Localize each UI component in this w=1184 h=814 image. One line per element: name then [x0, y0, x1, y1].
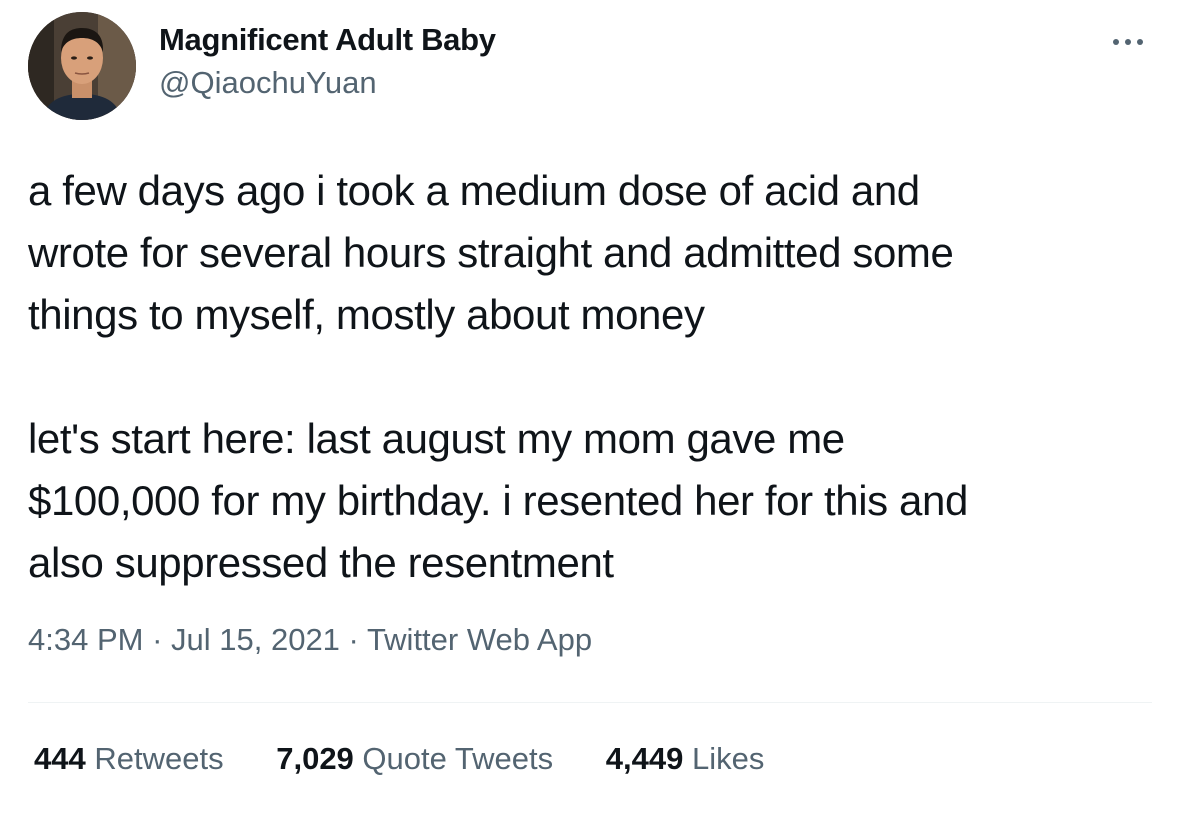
meta-separator: · [143, 622, 172, 657]
more-options-button[interactable] [1104, 22, 1152, 62]
tweet-paragraph: a few days ago i took a medium dose of a… [28, 167, 954, 338]
retweets-stat[interactable]: 444 Retweets [34, 741, 224, 777]
quote-tweets-label: Quote Tweets [362, 741, 554, 776]
more-horizontal-icon [1113, 39, 1143, 45]
tweet-time[interactable]: 4:34 PM [28, 622, 143, 657]
avatar[interactable] [28, 12, 136, 120]
tweet-date[interactable]: Jul 15, 2021 [171, 622, 340, 657]
retweets-label: Retweets [94, 741, 224, 776]
engagement-stats: 444 Retweets 7,029 Quote Tweets 4,449 Li… [34, 741, 808, 777]
likes-label: Likes [691, 741, 765, 776]
quote-tweets-count: 7,029 [276, 741, 354, 776]
tweet-paragraph: let's start here: last august my mom gav… [28, 415, 968, 586]
tweet-card: Magnificent Adult Baby @QiaochuYuan a fe… [0, 0, 1184, 814]
tweet-source[interactable]: Twitter Web App [367, 622, 592, 657]
likes-count: 4,449 [605, 741, 684, 776]
likes-stat[interactable]: 4,449 Likes [606, 741, 765, 777]
tweet-text: a few days ago i took a medium dose of a… [28, 160, 1158, 594]
author-handle[interactable]: @QiaochuYuan [159, 65, 377, 101]
avatar-photo [28, 12, 136, 120]
divider [28, 702, 1152, 703]
retweets-count: 444 [34, 741, 86, 776]
quote-tweets-stat[interactable]: 7,029 Quote Tweets [276, 741, 553, 777]
tweet-metadata: 4:34 PM · Jul 15, 2021 · Twitter Web App [28, 622, 592, 658]
meta-separator: · [339, 622, 367, 657]
author-display-name[interactable]: Magnificent Adult Baby [159, 22, 496, 58]
